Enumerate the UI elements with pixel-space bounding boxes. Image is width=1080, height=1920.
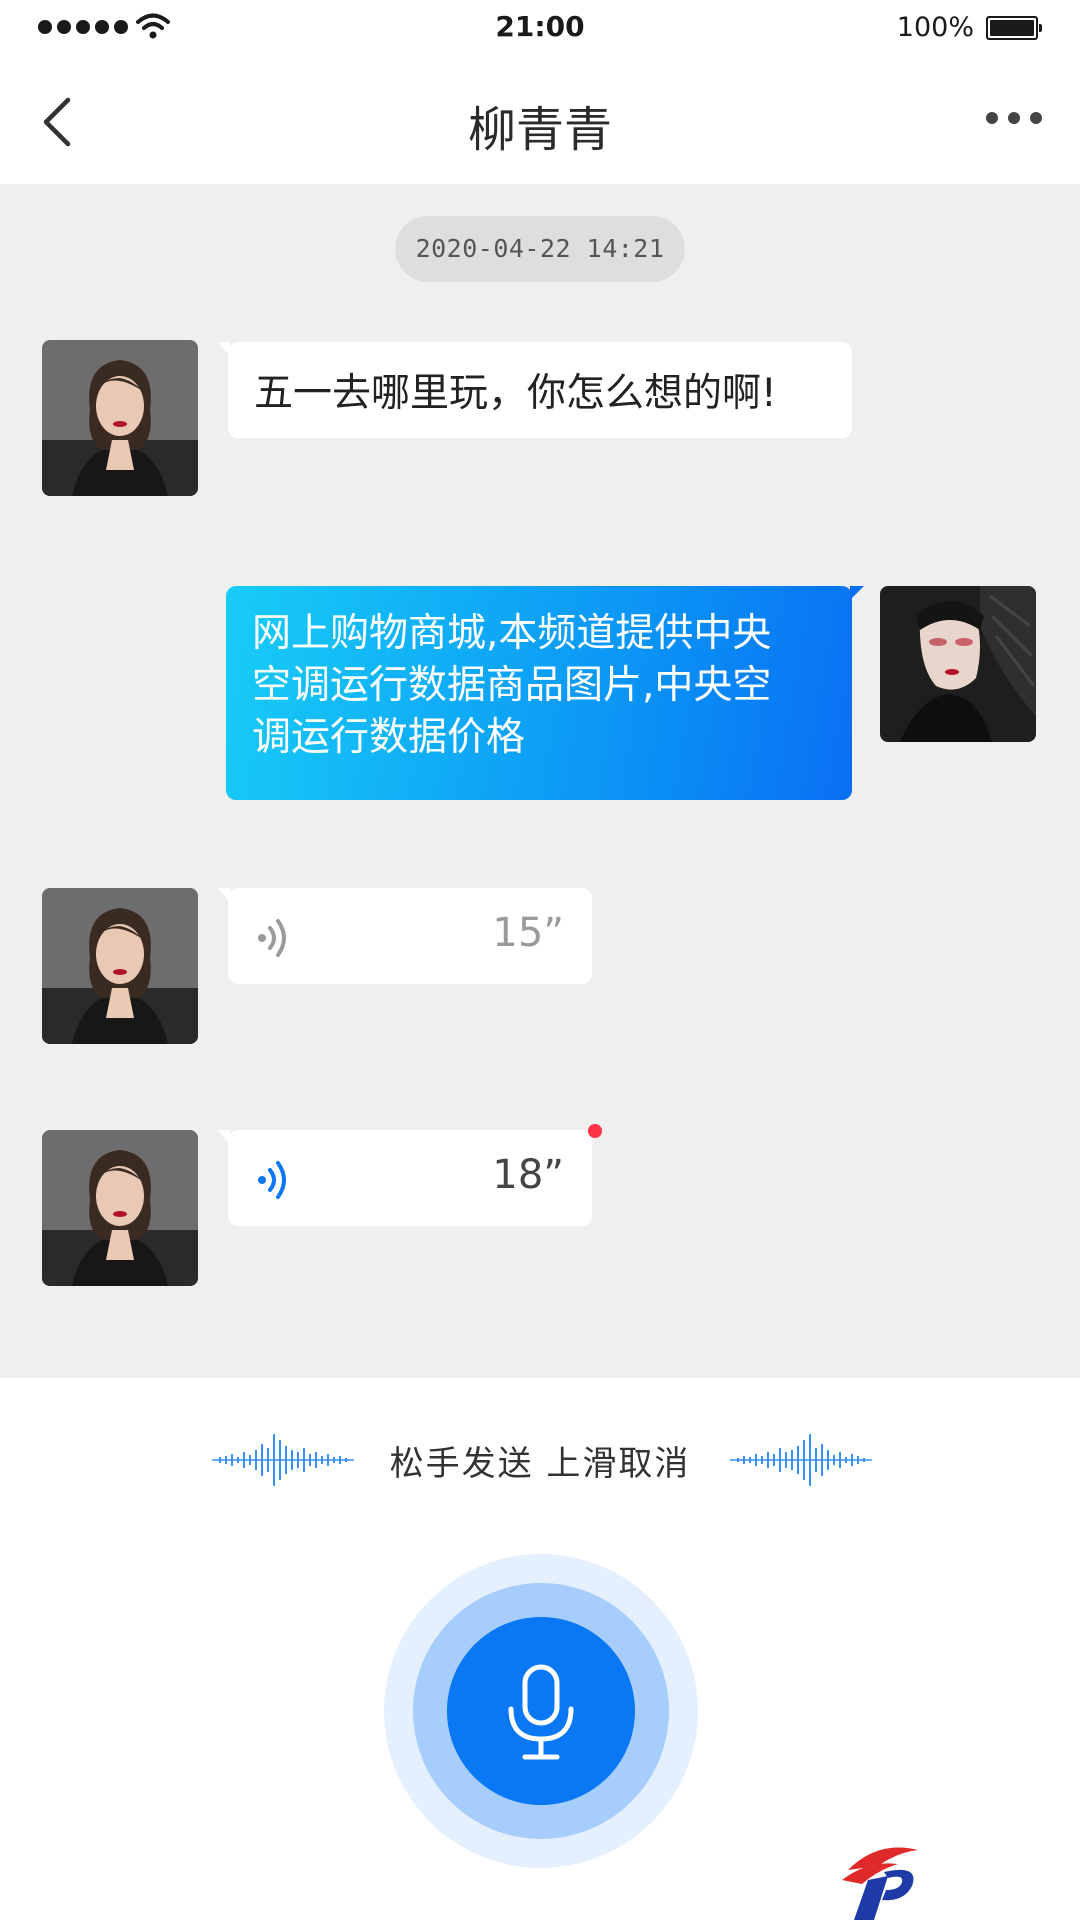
mic-ring-inner xyxy=(413,1583,669,1839)
message-text: 五一去哪里玩，你怎么想的啊! xyxy=(254,371,777,416)
record-voice-button[interactable] xyxy=(447,1617,635,1805)
voice-wave-icon xyxy=(258,1161,286,1199)
message-line: 空调运行数据商品图片,中央空 xyxy=(252,663,772,708)
page-title: 柳青青 xyxy=(467,102,612,158)
voice-duration: 15” xyxy=(492,910,564,956)
contact-avatar[interactable] xyxy=(42,340,198,496)
voice-message-bubble[interactable]: 15” xyxy=(218,888,592,984)
contact-avatar[interactable] xyxy=(42,888,198,1044)
record-hint: 松手发送 上滑取消 xyxy=(389,1444,691,1484)
voice-message-bubble[interactable]: 18” xyxy=(218,1124,602,1226)
record-panel: 松手发送 上滑取消 xyxy=(0,1378,1080,1920)
contact-avatar[interactable] xyxy=(42,1130,198,1286)
battery-icon xyxy=(986,16,1042,40)
microphone-icon xyxy=(508,1664,574,1760)
message-line: 调运行数据价格 xyxy=(252,715,526,760)
message-timestamp: 2020-04-22 14:21 xyxy=(395,216,685,282)
user-avatar[interactable] xyxy=(880,586,1036,742)
nav-bar: 柳青青 xyxy=(0,58,1080,184)
chat-area[interactable]: 2020-04-22 14:21 五一去哪里玩，你怎么想的啊! 网上购物商城,本… xyxy=(0,184,1080,1378)
voice-wave-icon xyxy=(258,919,286,957)
message-line: 网上购物商城,本频道提供中央 xyxy=(252,611,772,656)
unread-dot xyxy=(588,1124,602,1138)
battery-percent: 100% xyxy=(896,12,974,43)
message-bubble-outgoing[interactable]: 网上购物商城,本频道提供中央 空调运行数据商品图片,中央空 调运行数据价格 xyxy=(226,586,864,800)
watermark-logo xyxy=(842,1847,918,1920)
ellipsis-icon[interactable] xyxy=(986,112,1042,124)
voice-duration: 18” xyxy=(492,1152,564,1198)
sound-wave-icon xyxy=(730,1434,872,1486)
message-bubble-incoming[interactable]: 五一去哪里玩，你怎么想的啊! xyxy=(218,342,852,438)
mic-ring-outer xyxy=(384,1554,698,1868)
message-text: 网上购物商城,本频道提供中央 空调运行数据商品图片,中央空 调运行数据价格 xyxy=(252,608,771,764)
status-bar: 21:00 100% xyxy=(0,0,1080,58)
